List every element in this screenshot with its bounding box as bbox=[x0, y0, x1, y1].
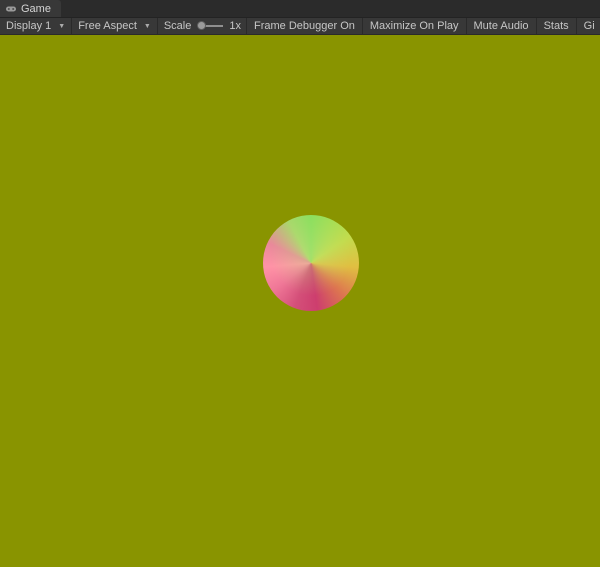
gizmos-label: Gi bbox=[583, 20, 595, 32]
game-viewport[interactable] bbox=[0, 35, 600, 567]
unity-game-window: Game Display 1 ▼ Free Aspect ▼ Scale 1x … bbox=[0, 0, 600, 567]
tab-label: Game bbox=[21, 2, 51, 15]
maximize-on-play-button[interactable]: Maximize On Play bbox=[363, 18, 467, 34]
game-toolbar: Display 1 ▼ Free Aspect ▼ Scale 1x Frame… bbox=[0, 18, 600, 35]
mute-audio-label: Mute Audio bbox=[473, 20, 529, 32]
tab-game[interactable]: Game bbox=[0, 0, 61, 17]
sphere bbox=[263, 215, 359, 311]
scale-label: Scale bbox=[163, 20, 192, 32]
frame-debugger-label: Frame Debugger On bbox=[253, 20, 355, 32]
chevron-down-icon: ▼ bbox=[58, 22, 66, 30]
maximize-on-play-label: Maximize On Play bbox=[369, 20, 459, 32]
scale-slider-knob[interactable] bbox=[197, 21, 207, 30]
scale-group: Scale 1x bbox=[158, 18, 247, 34]
mute-audio-button[interactable]: Mute Audio bbox=[467, 18, 537, 34]
chevron-down-icon: ▼ bbox=[143, 22, 151, 30]
aspect-ratio-dropdown[interactable]: Free Aspect ▼ bbox=[72, 18, 158, 34]
tab-bar: Game bbox=[0, 0, 600, 18]
display-dropdown-label: Display 1 bbox=[6, 20, 52, 32]
gizmos-button[interactable]: Gi bbox=[577, 18, 600, 34]
stats-button[interactable]: Stats bbox=[537, 18, 577, 34]
scale-value: 1x bbox=[229, 20, 241, 32]
display-dropdown[interactable]: Display 1 ▼ bbox=[0, 18, 73, 34]
aspect-ratio-label: Free Aspect bbox=[78, 20, 137, 32]
frame-debugger-button[interactable]: Frame Debugger On bbox=[245, 18, 363, 34]
game-view-icon bbox=[5, 3, 17, 15]
stats-label: Stats bbox=[543, 20, 569, 32]
scale-slider[interactable] bbox=[197, 21, 224, 31]
